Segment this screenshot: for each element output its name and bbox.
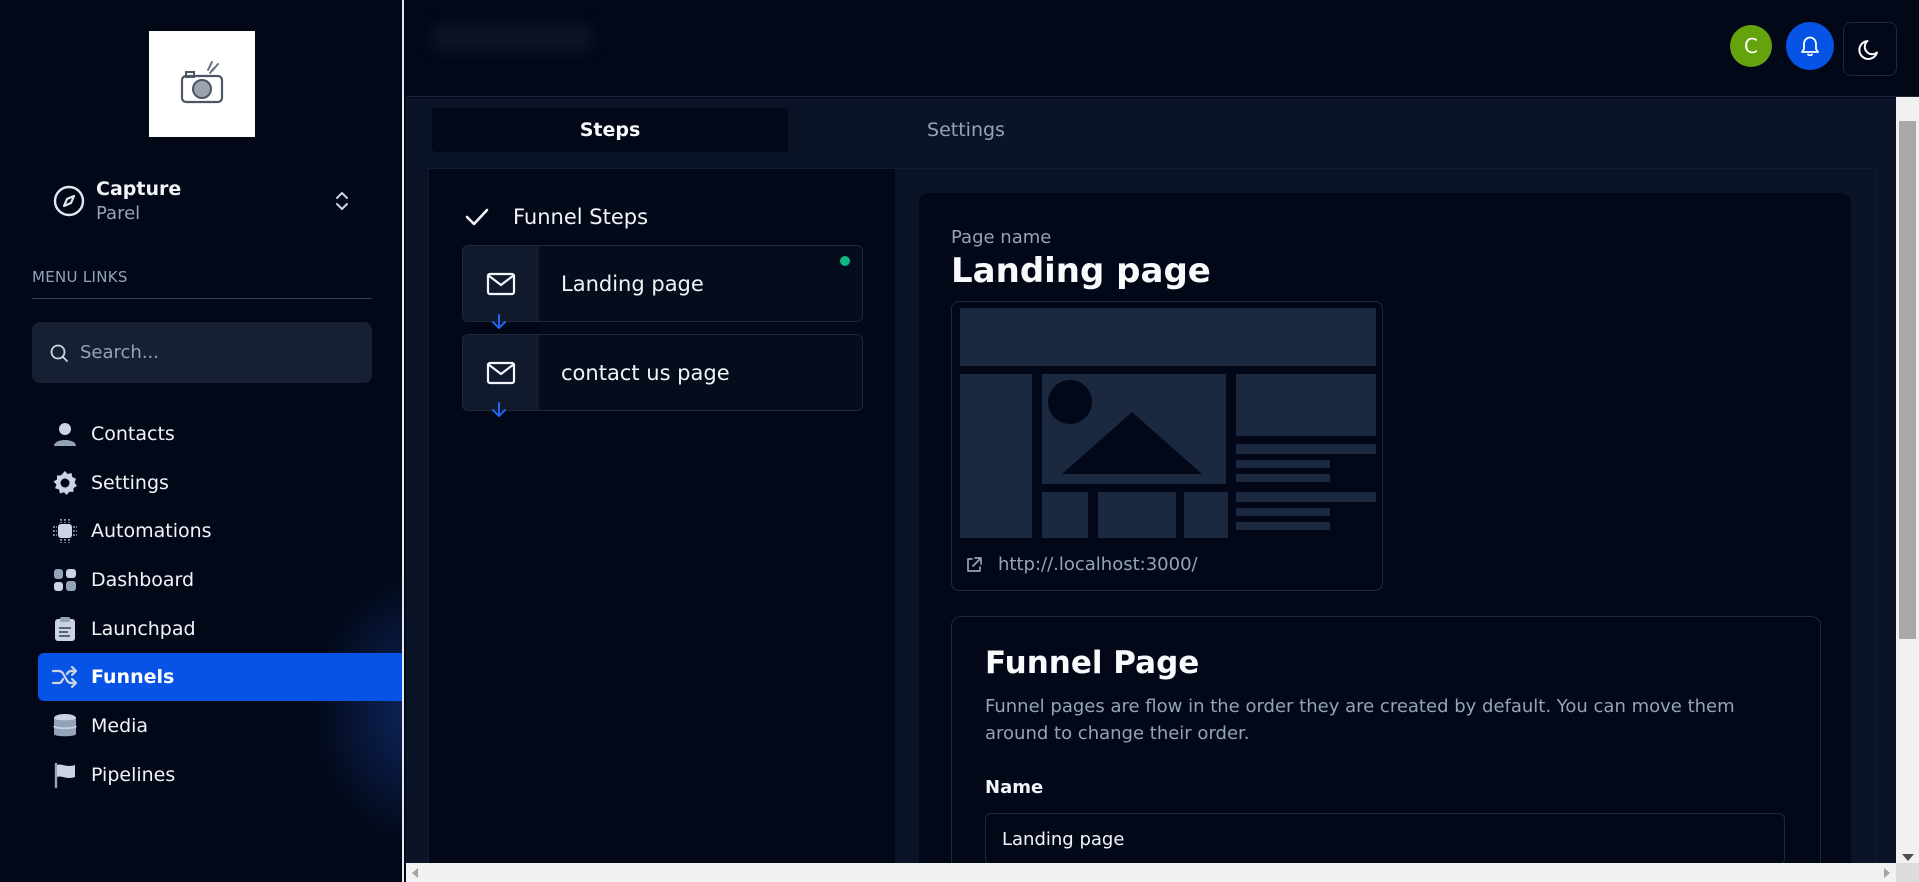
funnel-page-title: Funnel Page [985, 645, 1200, 681]
tab-steps[interactable]: Steps [432, 108, 788, 152]
account-subtitle: Parel [96, 203, 141, 224]
scrollbar-corner [1896, 863, 1919, 882]
flag-icon [54, 762, 75, 789]
step-label: contact us page [561, 360, 730, 385]
preview-url-link[interactable]: http://.localhost:3000/ [964, 554, 1198, 575]
sidebar-item-launchpad[interactable]: Launchpad [38, 605, 402, 653]
step-card-landing-page[interactable]: Landing page [462, 245, 863, 322]
scroll-right-arrow-icon[interactable] [1884, 868, 1890, 878]
search-icon [50, 344, 68, 362]
arrow-down-icon [492, 402, 506, 417]
menu-links-label: MENU LINKS [32, 268, 128, 286]
page-name-label: Page name [951, 227, 1052, 248]
horizontal-scrollbar[interactable] [406, 863, 1896, 882]
page-preview[interactable]: http://.localhost:3000/ [951, 301, 1383, 591]
chip-icon [53, 519, 77, 544]
name-field-label: Name [985, 777, 1044, 798]
agency-logo[interactable] [149, 31, 255, 137]
moon-icon [1858, 40, 1878, 60]
sidebar-item-automations[interactable]: Automations [38, 507, 402, 555]
camera-logo-icon [180, 61, 224, 104]
top-bar: C [406, 0, 1919, 97]
sidebar-nav: Contacts Settings Automations Dashboard … [38, 410, 402, 800]
clipboard-icon [55, 616, 75, 641]
step-details-column: Page name Landing page http://.localhost… [895, 169, 1875, 882]
grid-icon [54, 569, 76, 592]
search-input[interactable] [80, 342, 340, 363]
mail-icon [486, 272, 516, 295]
funnel-page-description: Funnel pages are flow in the order they … [985, 696, 1735, 744]
sidebar-item-pipelines[interactable]: Pipelines [38, 751, 402, 799]
funnel-steps-header: Funnel Steps [463, 203, 648, 231]
step-icon-box [463, 335, 539, 410]
content-panel: Funnel Steps Landing page contact us pag… [428, 168, 1876, 882]
sidebar-item-label: Contacts [91, 423, 175, 445]
sidebar-item-label: Pipelines [91, 763, 176, 786]
page-preview-wireframe-icon [960, 308, 1376, 538]
sidebar-item-label: Funnels [91, 666, 175, 689]
sidebar-item-dashboard[interactable]: Dashboard [38, 556, 402, 604]
step-card-contact-us-page[interactable]: contact us page [462, 334, 863, 411]
gear-icon [53, 470, 77, 495]
step-active-dot [840, 256, 850, 266]
funnel-steps-title: Funnel Steps [513, 205, 649, 229]
user-avatar[interactable]: C [1730, 25, 1772, 67]
notifications-button[interactable] [1786, 22, 1834, 70]
sidebar-item-media[interactable]: Media [38, 702, 402, 750]
chevrons-up-down-icon [336, 192, 348, 210]
sidebar-item-label: Dashboard [91, 569, 195, 592]
scroll-left-arrow-icon[interactable] [412, 868, 418, 878]
page-name-title: Landing page [951, 251, 1211, 291]
vertical-scrollbar[interactable] [1896, 97, 1919, 863]
person-icon [54, 423, 76, 446]
name-field[interactable] [985, 813, 1785, 865]
funnel-tabs: Steps Settings [432, 108, 1144, 152]
sidebar-item-label: Settings [91, 471, 169, 494]
funnel-steps-column: Funnel Steps Landing page contact us pag… [429, 169, 895, 869]
arrow-down-icon [492, 314, 506, 329]
sidebar-item-label: Automations [91, 520, 212, 543]
external-link-icon [967, 556, 982, 572]
bell-icon [1801, 36, 1819, 57]
sidebar-search[interactable] [32, 322, 372, 383]
funnel-page-form: Funnel Page Funnel pages are flow in the… [951, 616, 1821, 882]
menu-divider [32, 298, 372, 299]
sidebar-item-label: Launchpad [91, 617, 196, 640]
step-details-card: Page name Landing page http://.localhost… [919, 193, 1851, 882]
vertical-scrollbar-thumb[interactable] [1899, 121, 1916, 639]
check-icon [465, 208, 489, 226]
sidebar-item-label: Media [91, 715, 149, 738]
compass-icon [53, 185, 85, 217]
shuffle-icon [51, 666, 78, 689]
theme-toggle-button[interactable] [1843, 22, 1897, 76]
mail-icon [486, 361, 516, 384]
main-content: Steps Settings Funnel Steps Landing page [406, 98, 1896, 882]
account-switcher[interactable]: Capture Parel [52, 172, 352, 230]
account-name: Capture [96, 178, 182, 200]
scroll-down-arrow-icon[interactable] [1902, 854, 1914, 861]
sidebar: Capture Parel MENU LINKS Contacts [0, 0, 404, 882]
sidebar-item-contacts[interactable]: Contacts [38, 410, 402, 458]
step-icon-box [463, 246, 539, 321]
blurred-page-title [432, 24, 592, 52]
tab-settings[interactable]: Settings [788, 108, 1144, 152]
sidebar-item-settings[interactable]: Settings [38, 459, 402, 507]
preview-url-text: http://.localhost:3000/ [998, 554, 1198, 575]
sidebar-item-funnels[interactable]: Funnels [38, 653, 402, 702]
step-label: Landing page [561, 271, 704, 296]
database-icon [53, 714, 77, 737]
